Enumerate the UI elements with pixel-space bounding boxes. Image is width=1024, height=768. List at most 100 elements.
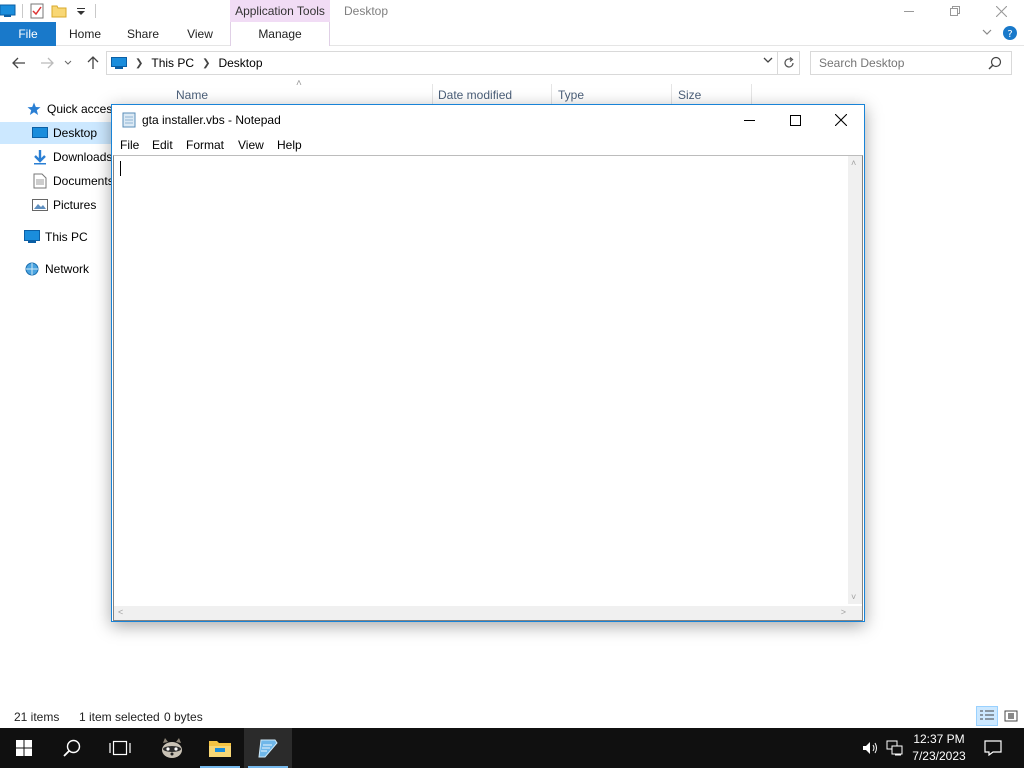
column-divider[interactable] bbox=[551, 84, 552, 106]
download-arrow-icon bbox=[32, 149, 48, 165]
task-view-button[interactable] bbox=[96, 728, 144, 768]
column-size[interactable]: Size bbox=[678, 88, 701, 102]
sidebar-item-label: Downloads bbox=[53, 150, 113, 164]
tab-view[interactable]: View bbox=[178, 22, 222, 46]
toolbar-separator bbox=[95, 4, 96, 18]
up-button[interactable] bbox=[84, 54, 102, 72]
menu-edit[interactable]: Edit bbox=[152, 138, 173, 152]
network-status-button[interactable] bbox=[884, 728, 906, 768]
explorer-titlebar: Application Tools Desktop bbox=[0, 0, 1024, 22]
details-view-icon bbox=[980, 710, 994, 720]
large-icons-view-icon bbox=[1004, 710, 1018, 722]
scroll-up-icon[interactable]: ˄ bbox=[851, 158, 856, 168]
customize-toolbar-icon[interactable] bbox=[73, 3, 89, 19]
chevron-down-icon bbox=[64, 60, 72, 65]
search-input[interactable] bbox=[810, 51, 1012, 75]
help-icon[interactable]: ? bbox=[1002, 25, 1018, 44]
menu-help[interactable]: Help bbox=[277, 138, 302, 152]
notepad-close-button[interactable] bbox=[818, 105, 864, 135]
minimize-button[interactable] bbox=[886, 0, 932, 22]
item-count: 21 items bbox=[14, 710, 60, 724]
new-folder-icon[interactable] bbox=[51, 3, 67, 19]
tab-share[interactable]: Share bbox=[120, 22, 166, 46]
horizontal-scrollbar[interactable]: ˂ ˃ bbox=[114, 606, 850, 620]
document-icon bbox=[32, 173, 48, 189]
menu-view[interactable]: View bbox=[238, 138, 264, 152]
notepad-window: gta installer.vbs - Notepad File Edit Fo… bbox=[111, 104, 865, 622]
window-title: Desktop bbox=[344, 4, 389, 18]
menu-file[interactable]: File bbox=[120, 138, 139, 152]
computer-icon bbox=[24, 229, 40, 245]
notepad-taskbar-button[interactable] bbox=[244, 728, 292, 768]
forward-arrow-icon bbox=[41, 57, 54, 69]
selection-count: 1 item selected bbox=[79, 710, 160, 724]
notepad-menu-bar: File Edit Format View Help bbox=[112, 135, 864, 155]
column-divider[interactable] bbox=[751, 84, 752, 106]
column-name[interactable]: Name bbox=[176, 88, 208, 102]
notepad-title: gta installer.vbs - Notepad bbox=[142, 113, 281, 127]
properties-icon[interactable] bbox=[29, 3, 45, 19]
search-button[interactable] bbox=[48, 728, 96, 768]
notepad-maximize-button[interactable] bbox=[772, 105, 818, 135]
system-clock[interactable]: 12:37 PM 7/23/2023 bbox=[906, 731, 972, 765]
raccoon-app-button[interactable] bbox=[148, 728, 196, 768]
text-caret bbox=[120, 161, 121, 176]
column-divider[interactable] bbox=[432, 84, 433, 106]
notifications-icon bbox=[984, 740, 1002, 756]
address-bar[interactable]: ❯ This PC ❯ Desktop bbox=[106, 51, 778, 75]
start-icon bbox=[16, 740, 32, 756]
notifications-button[interactable] bbox=[978, 728, 1008, 768]
star-icon bbox=[26, 101, 42, 117]
restore-button[interactable] bbox=[932, 0, 978, 22]
file-explorer-icon bbox=[209, 741, 231, 757]
scroll-down-icon[interactable]: ˅ bbox=[851, 592, 856, 602]
start-button[interactable] bbox=[0, 728, 48, 768]
expand-ribbon-icon[interactable] bbox=[982, 25, 992, 44]
sidebar-item-label: Documents bbox=[53, 174, 114, 188]
scroll-left-icon[interactable]: ˂ bbox=[118, 607, 123, 617]
details-view-button[interactable] bbox=[976, 706, 998, 726]
column-divider[interactable] bbox=[671, 84, 672, 106]
maximize-icon bbox=[789, 114, 801, 126]
vertical-scrollbar[interactable]: ˄ ˅ bbox=[848, 156, 862, 604]
volume-icon bbox=[863, 742, 877, 754]
notepad-text-area[interactable]: ˄ ˅ ˂ ˃ bbox=[113, 155, 863, 621]
notepad-titlebar[interactable]: gta installer.vbs - Notepad bbox=[112, 105, 864, 135]
tab-manage[interactable]: Manage bbox=[230, 22, 330, 46]
sidebar-item-label: Quick access bbox=[47, 102, 119, 116]
forward-button[interactable] bbox=[38, 54, 56, 72]
menu-format[interactable]: Format bbox=[186, 138, 224, 152]
clock-time: 12:37 PM bbox=[913, 732, 965, 746]
refresh-icon bbox=[783, 57, 794, 68]
breadcrumb-desktop[interactable]: Desktop bbox=[218, 56, 262, 70]
address-dropdown-icon[interactable] bbox=[763, 56, 773, 67]
breadcrumb-this-pc[interactable]: This PC bbox=[151, 56, 194, 70]
up-arrow-icon bbox=[87, 56, 99, 69]
search-icon[interactable] bbox=[988, 56, 1004, 70]
minimize-icon bbox=[743, 119, 755, 121]
explorer-app-icon bbox=[0, 3, 16, 19]
raccoon-app-icon bbox=[162, 738, 182, 758]
back-button[interactable] bbox=[10, 54, 28, 72]
volume-button[interactable] bbox=[860, 728, 882, 768]
picture-icon bbox=[32, 197, 48, 213]
close-icon bbox=[835, 114, 847, 126]
file-explorer-button[interactable] bbox=[196, 728, 244, 768]
tab-file[interactable]: File bbox=[0, 22, 56, 46]
column-headers: Name ˄ Date modified Type Size bbox=[160, 78, 760, 106]
sidebar-item-label: Desktop bbox=[53, 126, 98, 140]
selection-size: 0 bytes bbox=[164, 710, 203, 724]
refresh-button[interactable] bbox=[778, 51, 800, 75]
notepad-icon bbox=[258, 739, 278, 758]
svg-text:?: ? bbox=[1007, 29, 1012, 40]
large-icons-view-button[interactable] bbox=[1000, 706, 1022, 726]
tab-home[interactable]: Home bbox=[62, 22, 108, 46]
recent-locations-button[interactable] bbox=[62, 54, 74, 72]
back-arrow-icon bbox=[12, 57, 25, 69]
close-button[interactable] bbox=[978, 0, 1024, 22]
column-type[interactable]: Type bbox=[558, 88, 584, 102]
scroll-right-icon[interactable]: ˃ bbox=[841, 607, 846, 617]
column-date-modified[interactable]: Date modified bbox=[438, 88, 512, 102]
resize-grip[interactable] bbox=[848, 606, 862, 620]
notepad-minimize-button[interactable] bbox=[726, 105, 772, 135]
